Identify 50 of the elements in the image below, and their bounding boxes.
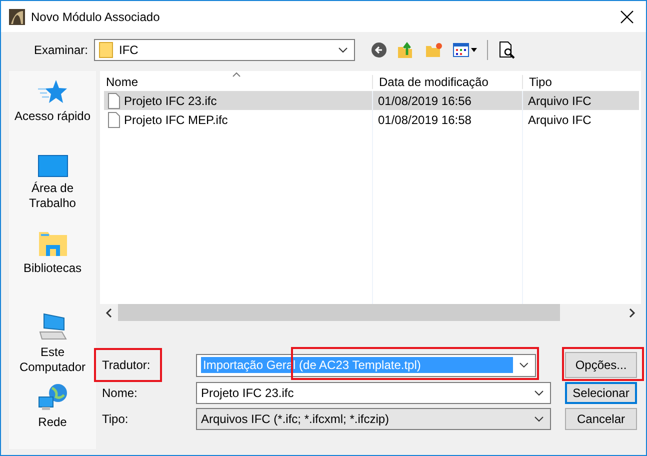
scrollbar-thumb[interactable]	[118, 304, 560, 321]
file-name: Projeto IFC MEP.ifc	[124, 112, 228, 126]
folder-icon	[99, 42, 113, 58]
up-folder-icon[interactable]	[397, 41, 415, 59]
chevron-icon	[338, 47, 348, 53]
name-label: Nome:	[101, 386, 138, 400]
location-label: Examinar:	[32, 43, 89, 57]
back-icon[interactable]	[371, 42, 387, 58]
place-label[interactable]: Rede	[38, 415, 67, 430]
file-icon	[108, 92, 120, 108]
file-date: 01/08/2019 16:58	[377, 112, 472, 126]
select-button[interactable]: Selecionar	[565, 382, 637, 404]
chevron-icon	[534, 416, 544, 422]
column-header[interactable]: Data de modificação	[372, 75, 522, 89]
file-type: Arquivo IFC	[527, 94, 592, 108]
column-header[interactable]: Nome	[100, 75, 372, 89]
chevron-icon	[534, 390, 544, 396]
view-menu-icon[interactable]	[453, 43, 477, 57]
options-button[interactable]: Opções...	[565, 352, 637, 378]
star-icon[interactable]	[37, 79, 68, 105]
scroll-left-icon[interactable]	[105, 308, 113, 318]
translator-label: Tradutor:	[101, 358, 152, 372]
file-icon	[108, 112, 120, 128]
place-label[interactable]: Este Computador	[12, 345, 92, 375]
type-label: Tipo:	[101, 412, 130, 426]
file-row[interactable]: Projeto IFC 23.ifc 01/08/2019 16:56 Arquivo IFC	[104, 91, 639, 110]
place-label[interactable]: Área de Trabalho	[22, 181, 82, 211]
name-field[interactable]: Projeto IFC 23.ifc	[196, 382, 551, 404]
file-name: Projeto IFC 23.ifc	[124, 94, 217, 108]
new-folder-icon[interactable]	[425, 42, 443, 58]
sort-caret-icon	[232, 72, 241, 77]
place-label[interactable]: Bibliotecas	[23, 261, 82, 276]
close-icon[interactable]	[620, 10, 634, 24]
location-dropdown[interactable]: IFC	[94, 39, 355, 61]
preview-icon[interactable]	[498, 41, 516, 59]
place-label[interactable]: Acesso rápido	[14, 109, 91, 124]
window-title: Novo Módulo Associado	[31, 10, 161, 24]
scroll-right-icon[interactable]	[628, 308, 636, 318]
chevron-icon	[519, 362, 529, 368]
file-type: Arquivo IFC	[527, 112, 592, 126]
computer-icon[interactable]	[38, 313, 68, 341]
app-icon	[9, 8, 25, 24]
file-date: 01/08/2019 16:56	[377, 94, 472, 108]
highlight-frame	[94, 348, 162, 382]
type-dropdown[interactable]: Arquivos IFC (*.ifc; *.ifcxml; *.ifczip)	[196, 408, 551, 430]
cancel-button[interactable]: Cancelar	[565, 408, 637, 430]
file-row[interactable]: Projeto IFC MEP.ifc 01/08/2019 16:58 Arquivo IFC	[104, 110, 639, 129]
library-folder-icon[interactable]	[38, 231, 68, 257]
column-header[interactable]: Tipo	[522, 75, 641, 89]
network-icon[interactable]	[38, 383, 68, 411]
